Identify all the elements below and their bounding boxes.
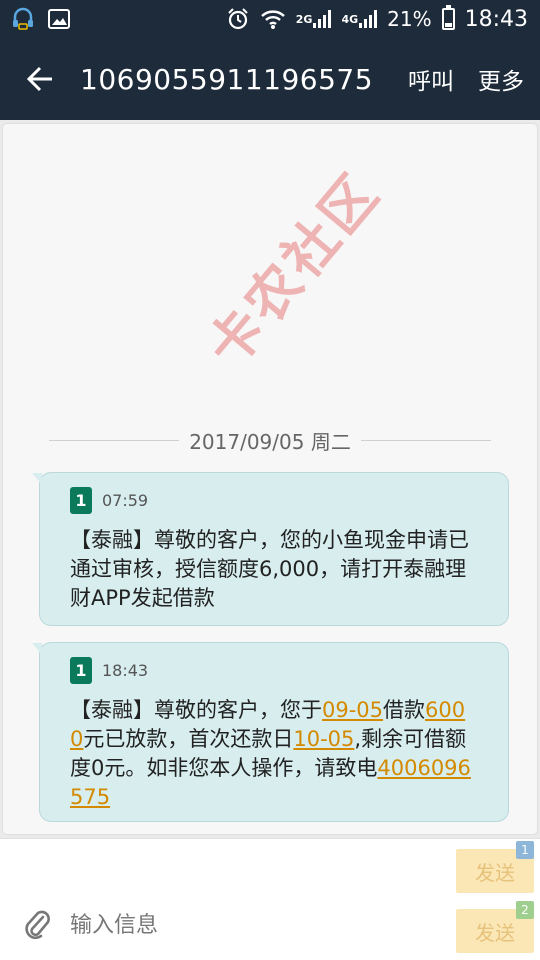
message-segment: 借款 [383,698,426,722]
sim-card-icon: 1 [70,657,92,684]
message-bubble[interactable]: 1 18:43 【泰融】尊敬的客户，您于09-05借款6000元已放款，首次还款… [32,642,509,822]
battery-percent: 21% [387,7,432,31]
signal-2g-icon: 2G [296,10,332,28]
message-time: 07:59 [102,491,149,510]
arrow-back-icon [26,66,52,92]
message-bubble[interactable]: 1 07:59 【泰融】尊敬的客户，您的小鱼现金申请已通过审核，授信额度6,00… [32,472,509,626]
send-label: 发送 [475,860,515,885]
net-label-4g: 4G [341,12,359,26]
more-button[interactable]: 更多 [466,62,540,96]
message-time: 18:43 [102,661,149,680]
message-input[interactable] [70,907,430,943]
wifi-icon [260,8,286,30]
signal-4g-icon: 4G [341,10,378,28]
message-segment: 【泰融】尊敬的客户，您于 [70,698,322,722]
status-bar: 2G 4G 21% 18:43 [0,0,540,38]
app-bar: 1069055911196575 呼叫 更多 [0,38,540,120]
send-label: 发送 [475,920,515,945]
repayment-date-link[interactable]: 10-05 [293,727,354,751]
conversation-title: 1069055911196575 [80,62,374,96]
date-link[interactable]: 09-05 [322,698,383,722]
date-label: 2017/09/05 周二 [189,429,351,454]
send-button-sim2[interactable]: 发送 2 [456,901,534,953]
attach-button[interactable] [20,905,56,945]
paperclip-icon [25,910,50,940]
message-text: 【泰融】尊敬的客户，您的小鱼现金申请已通过审核，授信额度6,000，请打开泰融理… [70,528,469,610]
sim2-badge: 2 [516,901,534,919]
message-text: 【泰融】尊敬的客户，您于09-05借款6000元已放款，首次还款日10-05,剩… [70,696,478,812]
call-button[interactable]: 呼叫 [396,62,466,96]
alarm-icon [226,7,250,31]
clock-time: 18:43 [464,6,528,32]
send-button-sim1[interactable]: 发送 1 [456,841,534,893]
net-label-2g: 2G [295,12,313,26]
sim1-badge: 1 [516,841,534,859]
message-segment: 元已放款，首次还款日 [83,727,294,751]
date-separator: 2017/09/05 周二 [49,424,492,456]
image-notification-icon [48,9,70,29]
battery-icon [441,5,455,30]
back-button[interactable] [0,38,80,120]
headset-assist-icon [12,7,34,31]
sim-card-icon: 1 [70,487,92,514]
compose-bar: 发送 1 发送 2 [0,838,540,960]
